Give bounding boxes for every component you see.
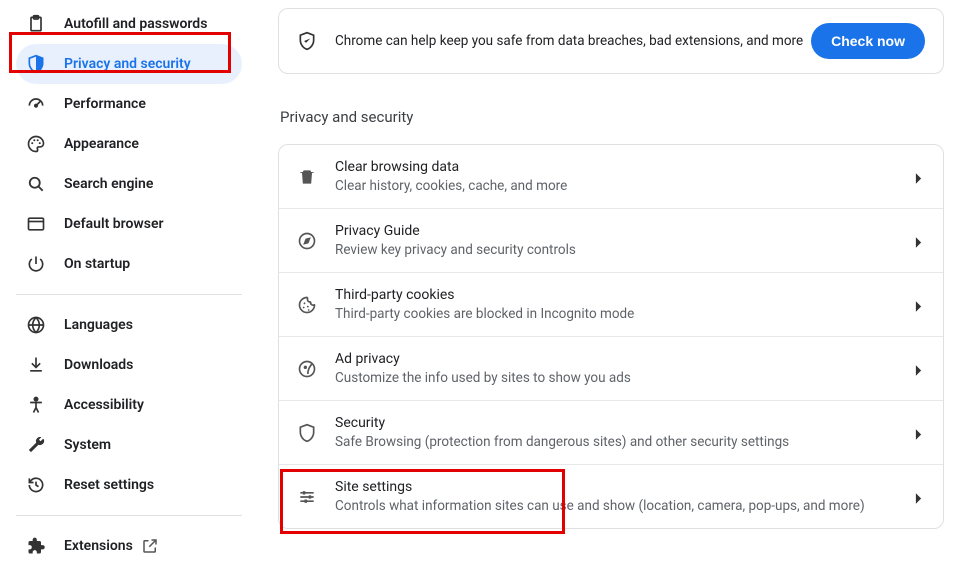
accessibility-icon (26, 395, 46, 415)
row-site-settings[interactable]: Site settings Controls what information … (279, 465, 943, 528)
chevron-right-icon (915, 493, 923, 501)
sidebar-divider (16, 515, 242, 516)
row-security[interactable]: Security Safe Browsing (protection from … (279, 401, 943, 465)
sidebar-item-label: Appearance (64, 136, 139, 152)
row-ad-privacy[interactable]: Ad privacy Customize the info used by si… (279, 337, 943, 401)
sidebar-item-autofill[interactable]: Autofill and passwords (16, 4, 242, 44)
chevron-right-icon (915, 365, 923, 373)
chevron-right-icon (915, 237, 923, 245)
sidebar-item-label: Performance (64, 96, 146, 112)
row-title: Security (335, 415, 903, 431)
sidebar-divider (16, 294, 242, 295)
sidebar-item-languages[interactable]: Languages (16, 305, 242, 345)
sidebar-item-label: Accessibility (64, 397, 144, 413)
main-content: Chrome can help keep you safe from data … (250, 0, 972, 564)
sidebar-item-reset-settings[interactable]: Reset settings (16, 465, 242, 505)
open-in-new-icon (141, 537, 159, 555)
sidebar-item-label: Downloads (64, 357, 133, 373)
trash-icon (297, 167, 317, 187)
row-title: Clear browsing data (335, 159, 903, 175)
shield-icon (26, 54, 46, 74)
row-subtitle: Review key privacy and security controls (335, 242, 903, 258)
sidebar-item-label: Autofill and passwords (64, 16, 207, 32)
sidebar-item-extensions[interactable]: Extensions (16, 526, 242, 564)
sidebar-item-label: Reset settings (64, 477, 154, 493)
ad-privacy-icon (297, 359, 317, 379)
check-now-button[interactable]: Check now (811, 23, 925, 59)
sidebar-item-default-browser[interactable]: Default browser (16, 204, 242, 244)
power-icon (26, 254, 46, 274)
globe-icon (26, 315, 46, 335)
cookie-icon (297, 295, 317, 315)
row-subtitle: Safe Browsing (protection from dangerous… (335, 434, 903, 450)
row-title: Privacy Guide (335, 223, 903, 239)
compass-icon (297, 231, 317, 251)
row-subtitle: Third-party cookies are blocked in Incog… (335, 306, 903, 322)
sidebar-item-label: System (64, 437, 111, 453)
row-subtitle: Customize the info used by sites to show… (335, 370, 903, 386)
sidebar-item-search-engine[interactable]: Search engine (16, 164, 242, 204)
sidebar-item-privacy-security[interactable]: Privacy and security (16, 44, 242, 84)
sidebar-item-appearance[interactable]: Appearance (16, 124, 242, 164)
shield-icon (297, 423, 317, 443)
browser-window-icon (26, 214, 46, 234)
clipboard-icon (26, 14, 46, 34)
chevron-right-icon (915, 301, 923, 309)
wrench-icon (26, 435, 46, 455)
row-title: Third-party cookies (335, 287, 903, 303)
restore-icon (26, 475, 46, 495)
row-clear-browsing-data[interactable]: Clear browsing data Clear history, cooki… (279, 145, 943, 209)
palette-icon (26, 134, 46, 154)
sidebar-item-label: Languages (64, 317, 133, 333)
settings-sidebar: Autofill and passwords Privacy and secur… (0, 0, 250, 564)
sliders-icon (297, 487, 317, 507)
download-icon (26, 355, 46, 375)
speedometer-icon (26, 94, 46, 114)
extension-puzzle-icon (26, 536, 46, 556)
sidebar-item-label: Extensions (64, 538, 133, 554)
sidebar-item-label: Privacy and security (64, 56, 191, 72)
chevron-right-icon (915, 173, 923, 181)
sidebar-item-on-startup[interactable]: On startup (16, 244, 242, 284)
sidebar-item-performance[interactable]: Performance (16, 84, 242, 124)
row-title: Site settings (335, 479, 903, 495)
row-subtitle: Clear history, cookies, cache, and more (335, 178, 903, 194)
sidebar-item-system[interactable]: System (16, 425, 242, 465)
sidebar-item-label: Default browser (64, 216, 164, 232)
section-title: Privacy and security (278, 108, 944, 126)
shield-check-icon (297, 31, 317, 51)
row-title: Ad privacy (335, 351, 903, 367)
row-third-party-cookies[interactable]: Third-party cookies Third-party cookies … (279, 273, 943, 337)
sidebar-item-label: Search engine (64, 176, 153, 192)
sidebar-item-label: On startup (64, 256, 130, 272)
safety-check-banner: Chrome can help keep you safe from data … (278, 8, 944, 74)
search-icon (26, 174, 46, 194)
banner-text: Chrome can help keep you safe from data … (335, 33, 811, 49)
chevron-right-icon (915, 429, 923, 437)
row-subtitle: Controls what information sites can use … (335, 498, 903, 514)
row-privacy-guide[interactable]: Privacy Guide Review key privacy and sec… (279, 209, 943, 273)
privacy-card: Clear browsing data Clear history, cooki… (278, 144, 944, 529)
sidebar-item-accessibility[interactable]: Accessibility (16, 385, 242, 425)
sidebar-item-downloads[interactable]: Downloads (16, 345, 242, 385)
